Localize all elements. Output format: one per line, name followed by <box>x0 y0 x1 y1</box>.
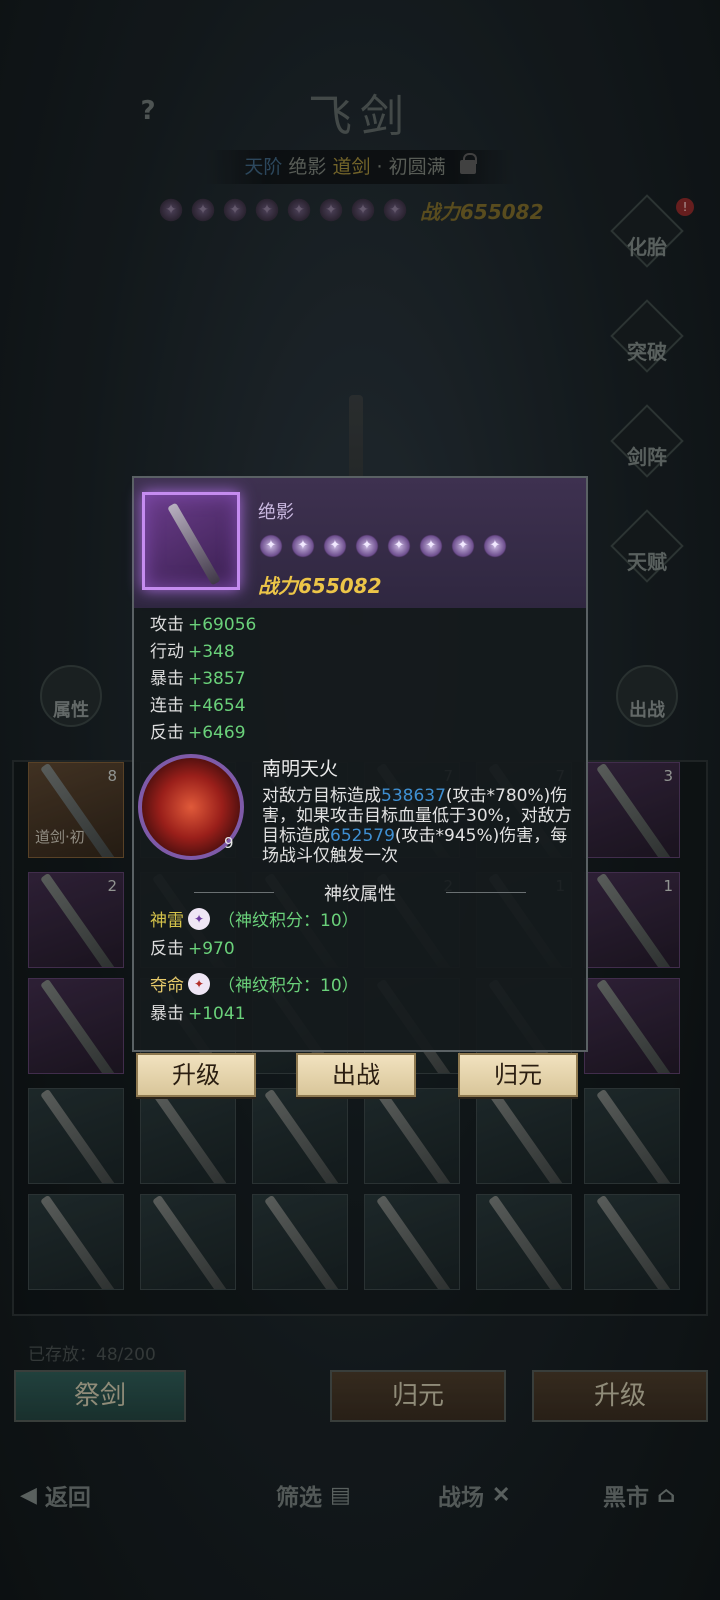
rank-star-icon <box>386 533 412 559</box>
popup-combat-power: 战力655082 <box>258 574 382 598</box>
rank-star-icon <box>450 533 476 559</box>
popup-sword-name: 绝影 <box>258 502 294 523</box>
rune-section-title: 神纹属性 <box>324 884 396 905</box>
sword-item-icon <box>142 492 240 590</box>
rune-thunder: 神雷 ✦ （神纹积分：10） <box>150 906 359 931</box>
rank-star-icon <box>290 533 316 559</box>
popup-rank-stars <box>258 533 508 559</box>
stat-attack: 攻击 +69056 <box>150 615 257 635</box>
rune-deathblow: 夺命 ✦ （神纹积分：10） <box>150 971 359 996</box>
stat-crit: 暴击 +3857 <box>150 669 246 689</box>
skill-description: 对敌方目标造成538637(攻击*780%)伤害，如果攻击目标血量低于30%，对… <box>262 786 572 866</box>
popup-return-button[interactable]: 归元 <box>458 1053 578 1097</box>
rank-star-icon <box>418 533 444 559</box>
popup-upgrade-button[interactable]: 升级 <box>136 1053 256 1097</box>
rune-deathblow-stat: 暴击 +1041 <box>150 1004 246 1024</box>
thunder-rune-icon: ✦ <box>188 907 210 930</box>
skill-name: 南明天火 <box>262 758 339 780</box>
stat-combo: 连击 +4654 <box>150 696 246 716</box>
rank-star-icon <box>482 533 508 559</box>
sword-detail-popup: 绝影 战力655082 攻击+69056 行动+348 暴击+3857 连击+4… <box>132 476 588 1052</box>
popup-deploy-button[interactable]: 出战 <box>296 1053 416 1097</box>
rank-star-icon <box>354 533 380 559</box>
stat-counter: 反击 +6469 <box>150 723 246 743</box>
rank-star-icon <box>258 533 284 559</box>
rank-star-icon <box>322 533 348 559</box>
skill-level: 9 <box>224 834 234 852</box>
deathblow-rune-icon: ✦ <box>188 972 210 995</box>
rune-thunder-stat: 反击 +970 <box>150 939 235 959</box>
stat-action: 行动 +348 <box>150 642 235 662</box>
